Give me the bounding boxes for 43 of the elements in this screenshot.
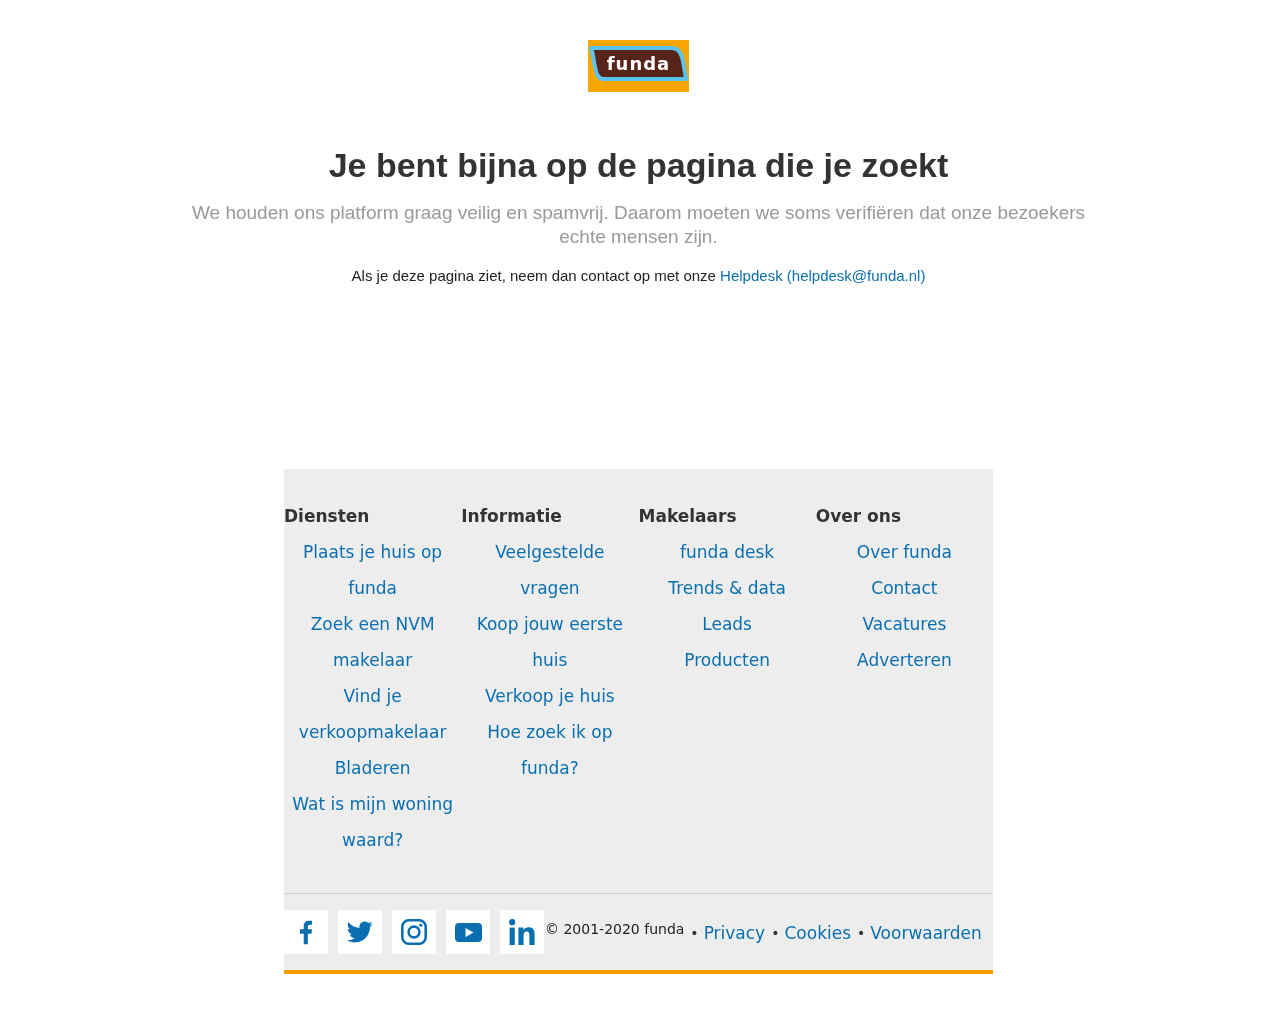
column-heading: Over ons bbox=[815, 505, 901, 528]
footer-link[interactable]: Over funda bbox=[856, 534, 952, 570]
page-heading: Je bent bijna op de pagina die je zoekt bbox=[328, 145, 949, 185]
facebook-link[interactable] bbox=[284, 910, 328, 954]
intro-text: We houden ons platform graag veilig en spamvrij. Daarom moeten we soms verifiëren dat onze bezoekers echte mensen zijn. bbox=[190, 201, 1087, 249]
copyright-text: © 2001-2020 funda bbox=[545, 921, 685, 937]
column-heading: Diensten bbox=[284, 505, 370, 528]
footer-link[interactable]: Koop jouw eerste huis bbox=[464, 606, 636, 678]
footer-link[interactable]: Producten bbox=[684, 642, 770, 678]
helpdesk-link[interactable]: Helpdesk (helpdesk@funda.nl) bbox=[720, 267, 926, 284]
footer-link[interactable]: Adverteren bbox=[857, 642, 952, 678]
footer-link[interactable]: Plaats je huis op funda bbox=[287, 534, 459, 606]
bullet-separator: • bbox=[690, 925, 699, 941]
twitter-link[interactable] bbox=[338, 910, 382, 954]
footer-link[interactable]: Vacatures bbox=[862, 606, 947, 642]
logo[interactable]: funda bbox=[588, 40, 689, 92]
linkedin-link[interactable] bbox=[500, 910, 544, 954]
footer-link[interactable]: Wat is mijn woning waard? bbox=[287, 786, 459, 858]
bullet-separator: • bbox=[857, 925, 866, 941]
bullet-separator: • bbox=[771, 925, 780, 941]
facebook-icon bbox=[300, 919, 312, 945]
youtube-icon bbox=[454, 922, 482, 942]
column-heading: Informatie bbox=[461, 505, 562, 528]
contact-text: Als je deze pagina ziet, neem dan contact op met onze Helpdesk (helpdesk@funda.nl) bbox=[351, 266, 926, 286]
footer-link[interactable]: Contact bbox=[871, 570, 938, 606]
twitter-icon bbox=[347, 921, 373, 943]
footer-link[interactable]: Privacy bbox=[703, 923, 766, 943]
footer-link[interactable]: Vind je verkoopmakelaar bbox=[287, 678, 459, 750]
footer-link[interactable]: Cookies bbox=[784, 923, 851, 943]
instagram-link[interactable] bbox=[392, 910, 436, 954]
linkedin-icon bbox=[509, 919, 535, 945]
instagram-icon bbox=[401, 919, 427, 945]
youtube-link[interactable] bbox=[446, 910, 490, 954]
footer-link[interactable]: Bladeren bbox=[334, 750, 411, 786]
footer-link[interactable]: funda desk bbox=[680, 534, 775, 570]
footer-link[interactable]: Zoek een NVM makelaar bbox=[287, 606, 459, 678]
footer-link[interactable]: Verkoop je huis bbox=[485, 678, 615, 714]
footer-link[interactable]: Hoe zoek ik op funda? bbox=[464, 714, 636, 786]
footer-link[interactable]: Voorwaarden bbox=[870, 923, 982, 943]
column-heading: Makelaars bbox=[638, 505, 737, 528]
footer-link[interactable]: Leads bbox=[702, 606, 752, 642]
footer-link[interactable]: Trends & data bbox=[668, 570, 786, 606]
footer-link[interactable]: Veelgestelde vragen bbox=[464, 534, 636, 606]
